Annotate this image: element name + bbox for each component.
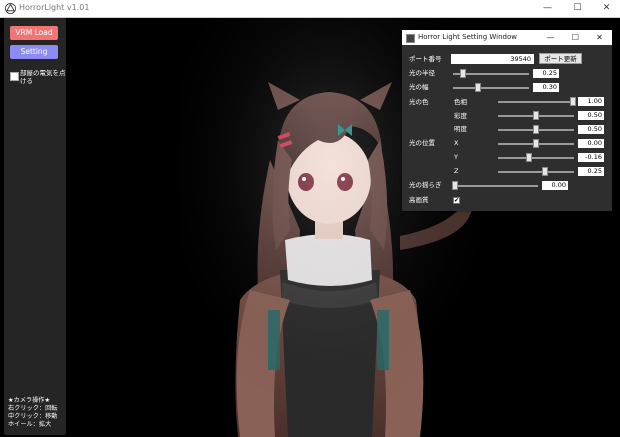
camera-help-line: ホイール：拡大 [8,421,52,428]
z-slider-track[interactable] [498,171,574,173]
app-title: HorrorLight v1.01 [19,3,90,12]
hue-slider-thumb[interactable] [570,97,576,106]
port-input[interactable]: 39540 [451,54,534,64]
hue-label: 色相 [454,98,467,106]
close-icon[interactable]: ✕ [592,0,620,17]
y-value[interactable]: -0.16 [578,153,604,162]
radius-label: 光の半径 [409,69,435,77]
z-value[interactable]: 0.25 [578,167,604,176]
color-label: 光の色 [409,98,429,106]
y-slider-thumb[interactable] [526,153,532,162]
camera-help-text: ★カメラ操作★ 右クリック：回転 中クリック：移動 ホイール：拡大 [8,397,68,429]
minimize-icon[interactable]: — [533,0,562,17]
unity-app-icon [5,3,16,14]
hue-value[interactable]: 1.00 [578,97,604,106]
close-icon[interactable]: ✕ [587,30,612,45]
brightness-value[interactable]: 0.50 [578,125,604,134]
brightness-label: 明度 [454,125,467,133]
radius-value[interactable]: 0.25 [533,69,559,78]
flicker-slider-track[interactable] [453,185,538,187]
width-slider-track[interactable] [453,87,529,89]
saturation-slider-thumb[interactable] [533,111,539,120]
port-update-button[interactable]: ポート更新 [539,53,582,64]
y-slider-track[interactable] [498,157,574,159]
horror-light-setting-window: Horror Light Setting Window — ☐ ✕ ポート番号 … [402,30,612,211]
minimize-icon[interactable]: — [538,30,563,45]
vrm-load-button[interactable]: VRM Load [10,26,58,40]
flicker-slider-thumb[interactable] [452,181,458,190]
z-slider-thumb[interactable] [542,167,548,176]
maximize-icon[interactable]: ☐ [563,30,588,45]
flicker-value[interactable]: 0.00 [542,181,568,190]
hue-slider-track[interactable] [498,101,574,103]
width-slider-thumb[interactable] [475,83,481,92]
setting-window-title: Horror Light Setting Window [418,33,517,41]
saturation-value[interactable]: 0.50 [578,111,604,120]
port-label: ポート番号 [409,55,442,63]
y-label: Y [454,153,458,161]
x-value[interactable]: 0.00 [578,139,604,148]
app-title-bar: HorrorLight v1.01 — ☐ ✕ [0,0,620,18]
camera-help-line: 中クリック：移動 [8,413,58,420]
room-light-label: 部屋の電気を点ける [20,69,66,85]
radius-slider-thumb[interactable] [460,69,466,78]
flicker-label: 光の揺らぎ [409,181,442,189]
setting-window-title-bar[interactable]: Horror Light Setting Window — ☐ ✕ [402,30,612,45]
width-value[interactable]: 0.30 [533,83,559,92]
z-label: Z [454,167,459,175]
window-icon [406,34,415,43]
brightness-slider-thumb[interactable] [533,125,539,134]
width-label: 光の幅 [409,83,429,91]
high-quality-label: 高画質 [409,196,429,204]
maximize-icon[interactable]: ☐ [563,0,592,17]
setting-button[interactable]: Setting [10,45,58,59]
saturation-label: 彩度 [454,112,467,120]
camera-help-line: 右クリック：回転 [8,405,58,412]
x-label: X [454,139,459,147]
room-light-checkbox[interactable] [10,72,19,81]
camera-help-line: ★カメラ操作★ [8,397,51,404]
position-label: 光の位置 [409,139,435,147]
x-slider-thumb[interactable] [533,139,539,148]
high-quality-checkbox[interactable]: ✔ [453,197,460,204]
